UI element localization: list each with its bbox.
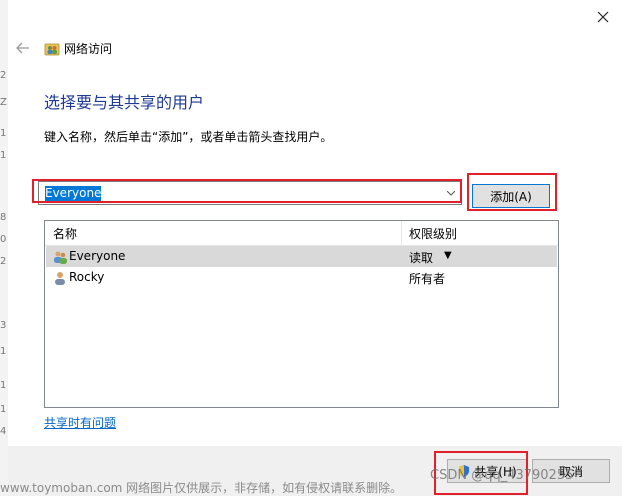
user-name: Rocky: [69, 270, 105, 284]
edge-fragment: 8: [0, 212, 7, 223]
chevron-down-icon[interactable]: [443, 184, 459, 202]
list-header: 名称 权限级别: [45, 221, 558, 246]
caret-down-icon[interactable]: ▼: [444, 250, 452, 261]
close-icon: [597, 11, 609, 23]
edge-fragment: 3: [0, 320, 7, 331]
back-arrow-icon: [16, 42, 29, 54]
close-button[interactable]: [590, 6, 616, 28]
user-icon: [55, 272, 65, 285]
instruction-text: 键入名称，然后单击“添加”，或者单击箭头查找用户。: [44, 130, 333, 144]
edge-fragment: Z: [0, 97, 7, 108]
user-name: Everyone: [69, 249, 126, 263]
edge-fragment: 4: [0, 426, 7, 437]
dialog-title: 网络访问: [64, 42, 113, 56]
edge-fragment: 1: [0, 380, 7, 391]
watermark-text: www.toymoban.com 网络图片仅供展示，非存储，如有侵权请联系删除。: [0, 481, 403, 495]
user-name-combobox[interactable]: [38, 181, 462, 205]
edge-fragment: 2: [0, 256, 7, 267]
column-header-permission[interactable]: 权限级别: [409, 225, 457, 242]
column-divider[interactable]: [401, 221, 402, 245]
user-permission-list[interactable]: 名称 权限级别 Everyone 读取 ▼ Rocky 所有者: [44, 220, 559, 408]
edge-fragment: 1: [0, 346, 7, 357]
user-name-input[interactable]: [40, 183, 445, 203]
sharing-help-link[interactable]: 共享时有问题: [44, 414, 116, 431]
column-header-name[interactable]: 名称: [53, 225, 77, 242]
edge-fragment: 1: [0, 150, 7, 161]
background-window-edge: 2 Z 1 1 8 0 2 3 1 1 1 4: [0, 0, 8, 496]
back-button[interactable]: [12, 38, 34, 58]
user-group-icon: [54, 251, 67, 264]
page-heading: 选择要与其共享的用户: [44, 93, 205, 112]
watermark-text: CSDN @qq_43790255: [430, 468, 574, 483]
list-item-everyone[interactable]: Everyone 读取 ▼: [46, 246, 557, 267]
permission-level[interactable]: 读取: [409, 249, 433, 266]
network-users-icon: [44, 43, 60, 56]
edge-fragment: 2: [0, 70, 7, 81]
permission-level: 所有者: [409, 272, 446, 286]
add-button[interactable]: 添加(A): [472, 184, 550, 208]
edge-fragment: 1: [0, 404, 7, 415]
network-access-dialog: 网络访问 选择要与其共享的用户 键入名称，然后单击“添加”，或者单击箭头查找用户…: [8, 0, 622, 496]
list-item-rocky[interactable]: Rocky 所有者: [46, 267, 557, 288]
edge-fragment: 0: [0, 234, 7, 245]
edge-fragment: 1: [0, 128, 7, 139]
